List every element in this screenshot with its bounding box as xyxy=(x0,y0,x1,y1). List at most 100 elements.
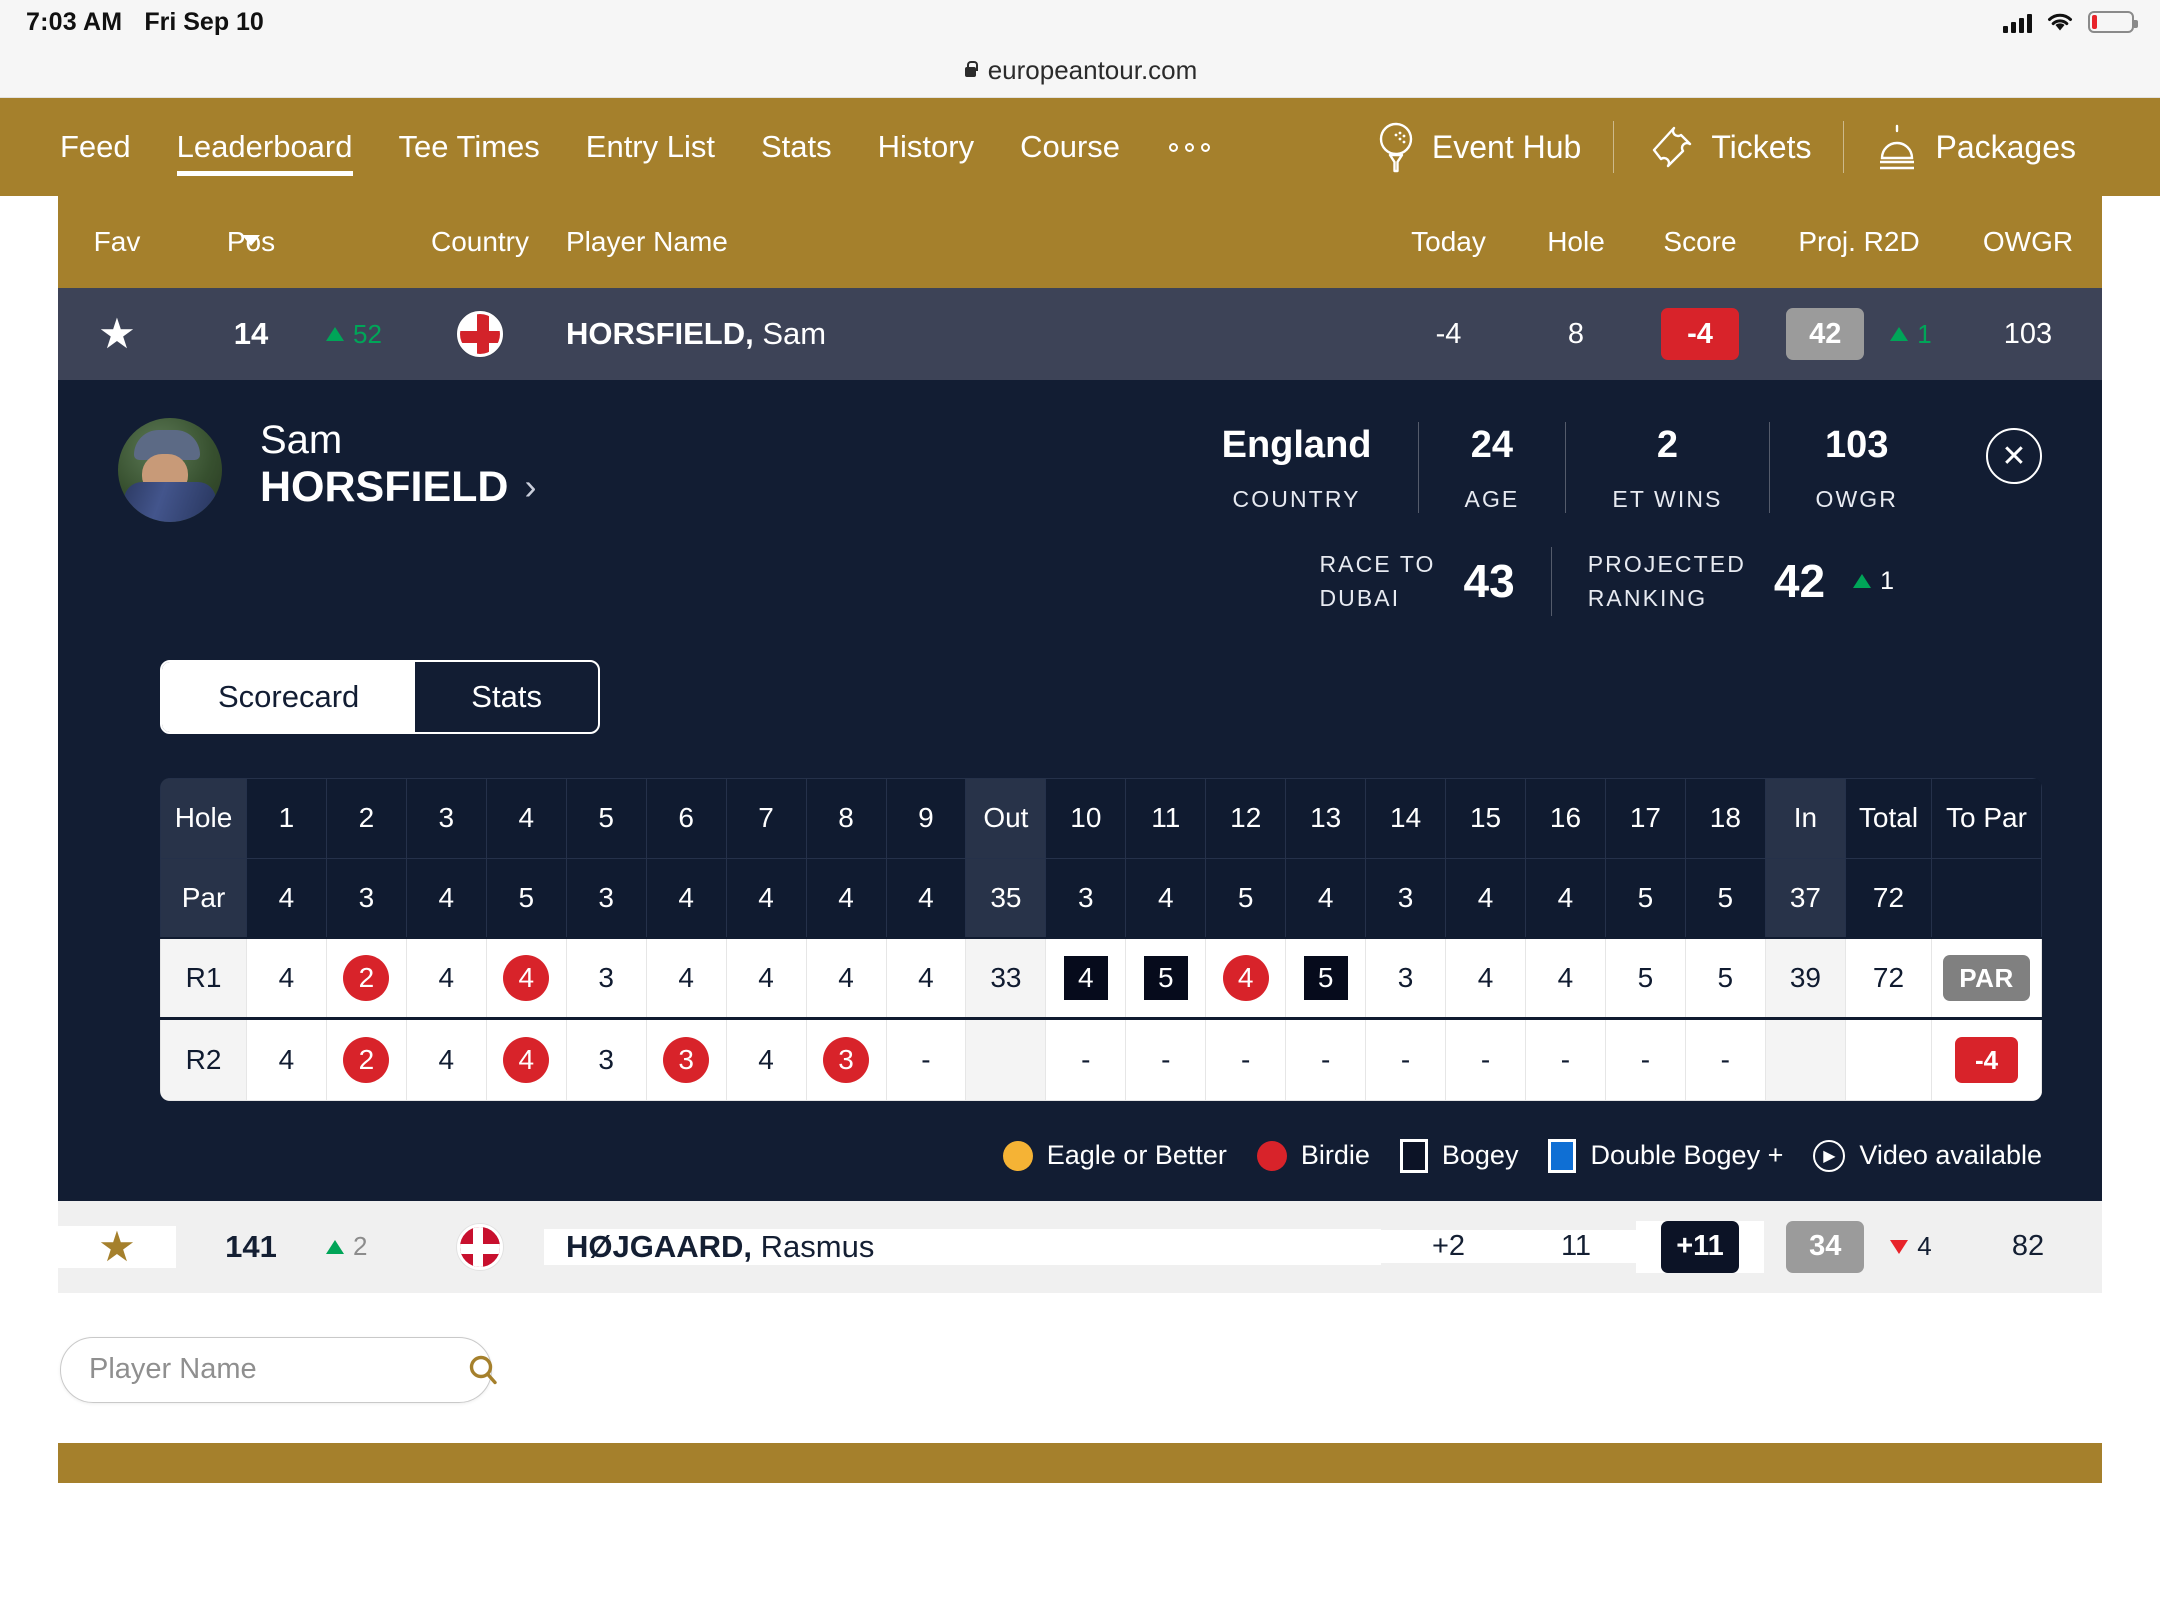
search-input[interactable] xyxy=(89,1353,466,1386)
scorecard-hole-header: 7 xyxy=(725,777,807,859)
scorecard-hole-header: 4 xyxy=(485,777,567,859)
column-header-proj-r2d[interactable]: Proj. R2D xyxy=(1764,226,1954,258)
scorecard-hole-header: Out xyxy=(965,777,1047,859)
nav-link-packages[interactable]: Packages xyxy=(1844,122,2108,172)
status-badge: +11 xyxy=(1661,1220,1739,1273)
scorecard-par-cell: 5 xyxy=(1684,857,1766,939)
scorecard-score-cell: 4 xyxy=(246,1016,327,1101)
scorecard-hole-header: 5 xyxy=(565,777,647,859)
scorecard-score-cell xyxy=(1764,1016,1847,1101)
nav-item-leaderboard[interactable]: Leaderboard xyxy=(154,98,376,196)
nav-item-feed[interactable]: Feed xyxy=(52,98,154,196)
scorecard-par-cell: 4 xyxy=(405,857,487,939)
bogey-marker: 4 xyxy=(1063,955,1108,1000)
legend-label: Double Bogey + xyxy=(1590,1140,1784,1170)
scorecard-par-cell: 5 xyxy=(485,857,567,939)
triangle-down-icon xyxy=(1890,1239,1909,1254)
scorecard-r1-row: R1 4 2 4 4 3 4 4 4 4 33 4 5 4 5 3 4 4 5 5 39 72 PAR xyxy=(160,937,2042,1019)
footer-gold-bar xyxy=(58,1442,2102,1483)
proj-r2d-badge: 34 xyxy=(1786,1220,1865,1273)
scorecard-hole-header: 10 xyxy=(1045,777,1127,859)
column-header-country[interactable]: Country xyxy=(416,226,544,258)
nav-link-label: Packages xyxy=(1935,128,2076,165)
nav-link-label: Tickets xyxy=(1711,128,1812,165)
player-stats-block: England COUNTRY 24 AGE 2 ET WINS 103 OWG… xyxy=(1176,418,2042,616)
nav-item-stats[interactable]: Stats xyxy=(738,98,855,196)
panel-last-name-link[interactable]: HORSFIELD › xyxy=(260,463,536,511)
table-row[interactable]: ★ 14 52 HORSFIELD, Sam -4 8 -4 42 1 103 xyxy=(58,288,2102,380)
movement-value: 2 xyxy=(353,1231,368,1261)
favorite-toggle[interactable]: ★ xyxy=(58,313,176,355)
player-last-name: HØJGAARD, xyxy=(566,1228,753,1264)
legend-double-bogey: Double Bogey + xyxy=(1548,1138,1784,1173)
favorite-toggle[interactable]: ★ xyxy=(58,1225,176,1268)
scorecard-hole-header: 17 xyxy=(1604,777,1686,859)
scorecard-hole-header: 6 xyxy=(645,777,727,859)
proj-delta-value: 4 xyxy=(1917,1231,1932,1261)
column-header-hole[interactable]: Hole xyxy=(1516,226,1636,258)
table-row[interactable]: ★ 141 2 HØJGAARD, Rasmus +2 11 +11 34 4 … xyxy=(58,1200,2102,1293)
scorecard-score-cell: 33 xyxy=(965,937,1047,1019)
bell-service-icon xyxy=(1876,122,1918,172)
column-header-today[interactable]: Today xyxy=(1381,226,1516,258)
column-header-pos[interactable]: Pos xyxy=(176,226,326,258)
nav-item-entry-list[interactable]: Entry List xyxy=(563,98,738,196)
scorecard-hole-header: To Par xyxy=(1931,777,2042,859)
scorecard-score-cell xyxy=(965,1016,1047,1101)
browser-url-bar[interactable]: europeantour.com xyxy=(0,44,2160,98)
nav-link-tickets[interactable]: Tickets xyxy=(1614,124,1843,170)
scorecard-score-cell: - xyxy=(1445,1016,1526,1101)
chevron-right-icon: › xyxy=(524,465,537,507)
scorecard-par-cell: 4 xyxy=(1525,857,1606,939)
bogey-marker: 5 xyxy=(1303,955,1348,1000)
row-movement: 2 xyxy=(326,1231,416,1262)
search-icon[interactable] xyxy=(466,1353,500,1387)
row-player-name[interactable]: HØJGAARD, Rasmus xyxy=(544,1228,1381,1265)
legend-bogey: Bogey xyxy=(1399,1138,1518,1173)
rank-projected: PROJECTED RANKING 42 1 xyxy=(1550,546,1930,616)
nav-item-history[interactable]: History xyxy=(855,98,997,196)
player-search-box[interactable] xyxy=(60,1336,497,1403)
row-proj-r2d: 42 1 xyxy=(1764,308,1954,360)
stat-label: OWGR xyxy=(1815,485,1898,512)
nav-link-event-hub[interactable]: Event Hub xyxy=(1345,121,1613,173)
legend-label: Birdie xyxy=(1300,1140,1370,1170)
row-player-name[interactable]: HORSFIELD, Sam xyxy=(544,316,1381,352)
tab-scorecard[interactable]: Scorecard xyxy=(162,661,416,732)
row-owgr: 82 xyxy=(2011,1230,2045,1262)
more-dots-icon[interactable] xyxy=(1143,142,1236,152)
tab-stats[interactable]: Stats xyxy=(415,662,598,732)
battery-low-icon xyxy=(2088,11,2138,33)
nav-item-label: Course xyxy=(1020,129,1121,164)
row-label: R1 xyxy=(160,937,247,1019)
nav-item-course[interactable]: Course xyxy=(997,98,1143,196)
column-header-fav[interactable]: Fav xyxy=(58,226,176,258)
status-badge: -4 xyxy=(1661,308,1739,360)
scorecard-score-cell: - xyxy=(1205,1016,1287,1101)
scorecard-score-cell: - xyxy=(1684,1016,1766,1101)
triangle-up-icon xyxy=(326,327,344,341)
scorecard-score-cell: - xyxy=(1604,1016,1686,1101)
row-today: +2 xyxy=(1381,1230,1516,1263)
to-par-badge: -4 xyxy=(1954,1036,2019,1083)
flag-england-icon xyxy=(457,311,503,357)
scorecard-par-cell: 37 xyxy=(1764,857,1847,939)
proj-r2d-badge: 42 xyxy=(1786,308,1865,360)
scorecard-par-cell: 72 xyxy=(1845,857,1932,939)
nav-item-tee-times[interactable]: Tee Times xyxy=(376,98,563,196)
scorecard-score-cell: 5 xyxy=(1684,937,1766,1019)
scorecard-hole-header: 9 xyxy=(885,777,967,859)
close-icon[interactable]: ✕ xyxy=(1986,428,2042,484)
proj-delta-value: 1 xyxy=(1917,318,1932,349)
avatar xyxy=(118,418,222,522)
stat-label: AGE xyxy=(1464,485,1520,512)
scorecard-table-wrapper: Hole 1 2 3 4 5 6 7 8 9 Out 10 11 12 13 14 15 16 17 18 In Tot… xyxy=(160,777,2042,1101)
scorecard-hole-header: Total xyxy=(1845,777,1932,859)
column-header-player-name[interactable]: Player Name xyxy=(544,226,1381,258)
site-navigation: Feed Leaderboard Tee Times Entry List St… xyxy=(0,98,2160,196)
row-position: 14 xyxy=(233,316,269,351)
column-header-owgr[interactable]: OWGR xyxy=(1954,226,2102,258)
stat-label: COUNTRY xyxy=(1232,485,1361,512)
column-header-score[interactable]: Score xyxy=(1636,226,1764,258)
player-first-name: Sam xyxy=(762,316,827,351)
